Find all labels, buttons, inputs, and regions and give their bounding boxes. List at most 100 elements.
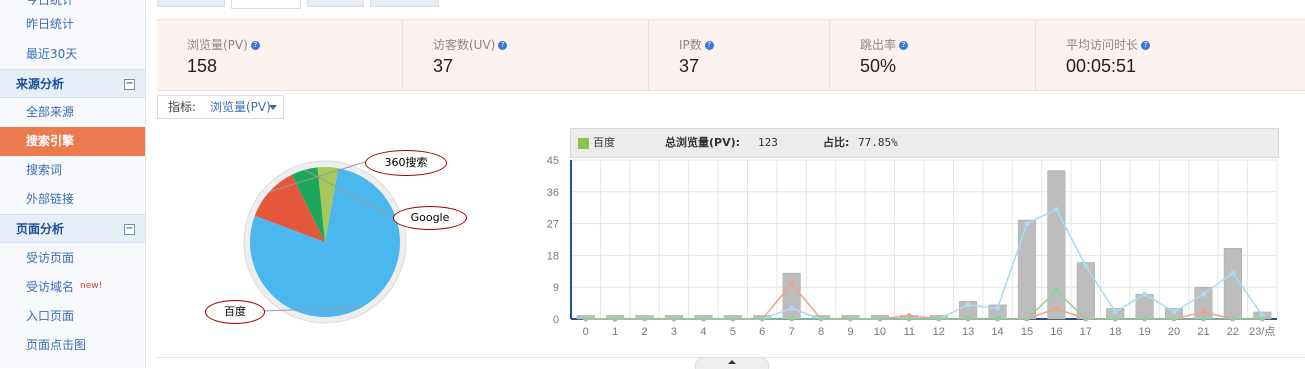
sidebar-section-source[interactable]: 来源分析 −: [0, 69, 145, 98]
metric-value[interactable]: 浏览量(PV): [210, 96, 271, 118]
x-tick-label: 20: [1168, 326, 1180, 338]
stat-bounce: 跳出率? 50%: [830, 20, 1036, 90]
sidebar-item-search-engine[interactable]: 搜索引擎: [0, 127, 145, 156]
collapse-toggle-icon[interactable]: −: [124, 224, 135, 235]
bar[interactable]: [782, 272, 801, 320]
series-point[interactable]: [936, 316, 942, 322]
x-tick-label: 22: [1227, 326, 1239, 338]
tab-stub-3[interactable]: [307, 0, 364, 7]
metric-selector[interactable]: 指标: 浏览量(PV): [157, 95, 284, 119]
x-tick-label: 1: [612, 326, 618, 338]
series-point[interactable]: [789, 316, 795, 322]
stat-label: 平均访问时长: [1066, 38, 1139, 52]
x-tick-label: 6: [759, 326, 765, 338]
x-tick-label: 10: [874, 326, 886, 338]
series-point[interactable]: [1200, 316, 1206, 322]
help-icon[interactable]: ?: [1141, 41, 1151, 50]
legend-swatch: [578, 138, 589, 149]
bar[interactable]: [1017, 219, 1037, 320]
sidebar-section-page[interactable]: 页面分析 −: [0, 214, 145, 243]
series-point[interactable]: [730, 316, 736, 322]
stat-ip: IP数? 37: [649, 20, 830, 90]
series-point[interactable]: [1053, 206, 1059, 212]
sidebar-item-search-words[interactable]: 搜索词: [0, 156, 145, 185]
series-point[interactable]: [1142, 316, 1148, 322]
sidebar-item-entry-pages[interactable]: 入口页面: [0, 302, 145, 331]
series-point[interactable]: [1171, 316, 1177, 322]
chevron-down-icon[interactable]: [269, 105, 277, 110]
series-point[interactable]: [847, 316, 853, 322]
sidebar-item-visited-pages[interactable]: 受访页面: [0, 244, 145, 273]
series-point[interactable]: [1200, 309, 1206, 315]
series-point[interactable]: [1112, 309, 1118, 315]
x-tick-label: 19: [1139, 326, 1151, 338]
series-point[interactable]: [1024, 221, 1030, 227]
help-icon[interactable]: ?: [704, 41, 714, 50]
series-point[interactable]: [1259, 316, 1265, 322]
section-title: 来源分析: [16, 77, 65, 91]
series-point[interactable]: [700, 316, 706, 322]
tab-stub-4[interactable]: [370, 0, 439, 7]
series-point[interactable]: [583, 316, 589, 322]
series-point[interactable]: [965, 302, 971, 308]
series-point[interactable]: [671, 316, 677, 322]
y-tick-label: 45: [547, 155, 559, 167]
x-tick-label: 9: [847, 326, 853, 338]
series-point[interactable]: [1171, 309, 1177, 315]
stat-avg-duration: 平均访问时长? 00:05:51: [1036, 20, 1305, 90]
series-point[interactable]: [965, 316, 971, 322]
stat-value: 158: [187, 56, 218, 76]
stat-value: 50%: [860, 56, 897, 76]
bar[interactable]: [1223, 248, 1242, 320]
series-point[interactable]: [789, 305, 795, 311]
stat-label: 访客数(UV): [433, 38, 496, 52]
sidebar-item-visited-domains[interactable]: 受访域名 new!: [0, 273, 145, 302]
series-point[interactable]: [1230, 316, 1236, 322]
x-tick-label: 17: [1080, 326, 1092, 338]
x-tick-label: 14: [991, 326, 1003, 338]
series-point[interactable]: [612, 316, 618, 322]
sidebar-item-all-sources[interactable]: 全部来源: [0, 98, 145, 127]
help-icon[interactable]: ?: [899, 41, 909, 50]
x-tick-label: 15: [1021, 326, 1033, 338]
sidebar-item-external-links[interactable]: 外部链接: [0, 185, 145, 214]
stat-pv: 浏览量(PV)? 158: [157, 20, 403, 90]
help-icon[interactable]: ?: [250, 41, 260, 50]
help-icon[interactable]: ?: [498, 41, 508, 50]
sidebar-item-click-map[interactable]: 页面点击图: [0, 331, 145, 360]
series-point[interactable]: [759, 316, 765, 322]
collapse-handle[interactable]: [695, 357, 769, 369]
series-point[interactable]: [1230, 270, 1236, 276]
new-badge: new!: [80, 281, 103, 291]
series-point[interactable]: [789, 281, 795, 287]
series-point[interactable]: [1083, 316, 1089, 322]
stat-label: 浏览量(PV): [187, 38, 248, 52]
sidebar-item-last30[interactable]: 最近30天: [0, 40, 145, 69]
y-tick-label: 0: [553, 314, 559, 326]
tab-stub-active[interactable]: [231, 0, 301, 9]
series-point[interactable]: [1083, 263, 1089, 269]
series-point[interactable]: [1112, 316, 1118, 322]
series-point[interactable]: [877, 316, 883, 322]
tab-stub-1[interactable]: [157, 0, 225, 7]
y-tick-label: 9: [553, 282, 559, 294]
collapse-toggle-icon[interactable]: −: [124, 79, 135, 90]
hourly-chart-svg: 09182736450 1 2 3 4 5 6 7 8 9 10 11 12 13 14 15 16 17 18 19…: [547, 155, 1278, 338]
series-point[interactable]: [642, 316, 648, 322]
series-point[interactable]: [818, 316, 824, 322]
series-point[interactable]: [1024, 316, 1030, 322]
stat-value: 37: [433, 56, 454, 76]
bar[interactable]: [1076, 262, 1095, 320]
sidebar-item-yesterday[interactable]: 昨日统计: [0, 10, 145, 39]
series-point[interactable]: [1200, 291, 1206, 297]
series-point[interactable]: [995, 305, 1001, 311]
series-point[interactable]: [906, 316, 912, 322]
series-point[interactable]: [1142, 291, 1148, 297]
chevron-up-icon: [728, 360, 736, 364]
series-point[interactable]: [995, 316, 1001, 322]
series-point[interactable]: [1053, 288, 1059, 294]
x-tick-label: 18: [1109, 326, 1121, 338]
stats-panel: 浏览量(PV)? 158 访客数(UV)? 37 IP数? 37 跳出率? 50…: [157, 19, 1305, 91]
series-point[interactable]: [1053, 305, 1059, 311]
y-tick-label: 18: [547, 250, 559, 262]
